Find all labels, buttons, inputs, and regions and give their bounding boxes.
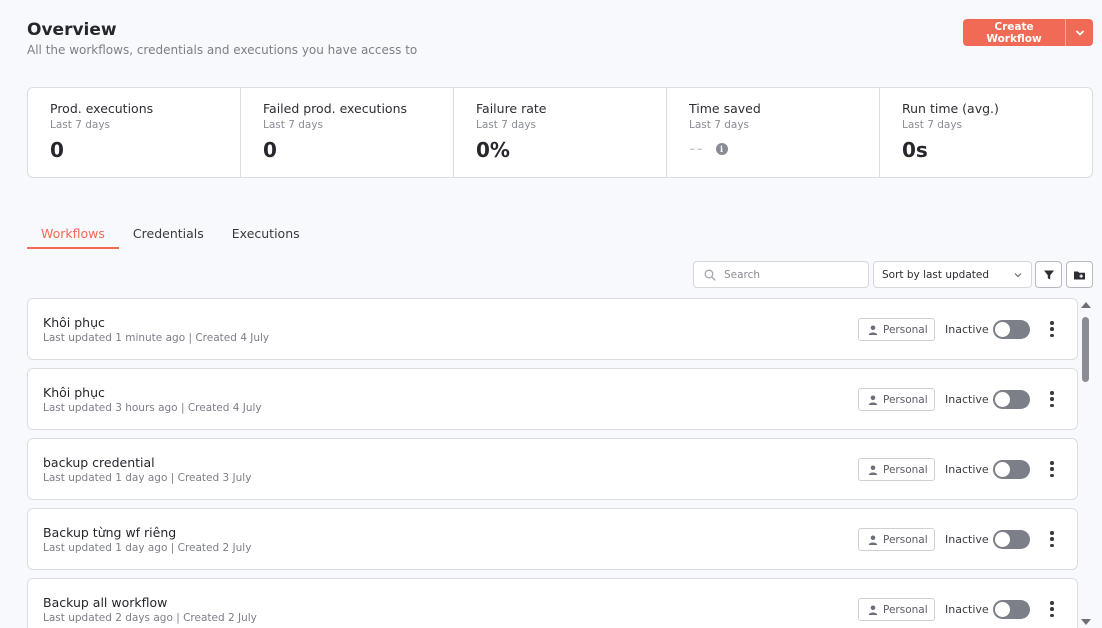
workflow-name[interactable]: Backup all workflow [43, 595, 167, 610]
scroll-thumb[interactable] [1082, 317, 1089, 382]
workflow-card[interactable]: Khôi phục Last updated 1 minute ago | Cr… [27, 298, 1078, 360]
filter-button[interactable] [1035, 261, 1062, 288]
stat-label: Prod. executions [50, 101, 154, 116]
scroll-down-arrow[interactable] [1081, 619, 1091, 625]
owner-badge: Personal [858, 598, 935, 621]
user-icon [868, 605, 878, 615]
stat-label: Failure rate [476, 101, 547, 116]
user-icon [868, 395, 878, 405]
stat-time-saved[interactable]: Time saved Last 7 days -- i [667, 88, 880, 177]
active-toggle[interactable] [993, 460, 1030, 479]
owner-label: Personal [883, 323, 928, 336]
workflow-meta: Last updated 1 day ago | Created 3 July [43, 472, 252, 484]
status-label: Inactive [945, 323, 989, 336]
filter-icon [1043, 270, 1054, 279]
search-icon [704, 269, 716, 281]
status-label: Inactive [945, 603, 989, 616]
info-icon[interactable]: i [716, 142, 728, 155]
workflow-meta: Last updated 1 day ago | Created 2 July [43, 542, 252, 554]
workflow-name[interactable]: Khôi phục [43, 315, 105, 330]
overview-tabs: Workflows Credentials Executions [27, 224, 314, 249]
folder-plus-icon [1074, 271, 1085, 279]
workflow-card[interactable]: Backup từng wf riêng Last updated 1 day … [27, 508, 1078, 570]
toggle-knob [995, 462, 1010, 477]
stat-label: Failed prod. executions [263, 101, 408, 116]
owner-badge: Personal [858, 528, 935, 551]
stat-value: 0% [476, 138, 510, 162]
toggle-knob [995, 392, 1010, 407]
sort-select[interactable]: Sort by last updated [873, 261, 1032, 288]
create-workflow-group: Create Workflow [963, 19, 1093, 46]
workflow-meta: Last updated 3 hours ago | Created 4 Jul… [43, 402, 262, 414]
chevron-down-icon [1014, 272, 1022, 277]
status-label: Inactive [945, 533, 989, 546]
more-options-icon[interactable] [1048, 391, 1056, 407]
owner-badge: Personal [858, 318, 935, 341]
stat-label: Run time (avg.) [902, 101, 999, 116]
user-icon [868, 325, 878, 335]
scrollbar[interactable] [1080, 298, 1092, 628]
sort-value: Sort by last updated [882, 268, 990, 281]
stat-prod-executions[interactable]: Prod. executions Last 7 days 0 [28, 88, 241, 177]
workflow-meta: Last updated 2 days ago | Created 2 July [43, 612, 257, 624]
stat-value: 0 [50, 138, 64, 162]
scroll-up-arrow[interactable] [1081, 302, 1091, 308]
new-folder-button[interactable] [1066, 261, 1093, 288]
insights-summary: Prod. executions Last 7 days 0 Failed pr… [27, 87, 1093, 178]
stat-period: Last 7 days [902, 119, 963, 131]
page-subtitle: All the workflows, credentials and execu… [27, 43, 418, 57]
stat-period: Last 7 days [689, 119, 750, 131]
create-workflow-dropdown[interactable] [1065, 19, 1093, 46]
more-options-icon[interactable] [1048, 531, 1056, 547]
user-icon [868, 465, 878, 475]
stat-value: 0 [263, 138, 277, 162]
active-toggle[interactable] [993, 390, 1030, 409]
owner-badge: Personal [858, 458, 935, 481]
workflow-list: Khôi phục Last updated 1 minute ago | Cr… [27, 298, 1078, 628]
stat-value: -- [689, 138, 704, 159]
workflow-card[interactable]: Backup all workflow Last updated 2 days … [27, 578, 1078, 628]
active-toggle[interactable] [993, 530, 1030, 549]
owner-label: Personal [883, 393, 928, 406]
toggle-knob [995, 322, 1010, 337]
stat-period: Last 7 days [476, 119, 537, 131]
workflow-name[interactable]: Backup từng wf riêng [43, 525, 176, 540]
page-title: Overview [27, 20, 117, 40]
stat-label: Time saved [689, 101, 761, 116]
workflow-name[interactable]: Khôi phục [43, 385, 105, 400]
stat-failure-rate[interactable]: Failure rate Last 7 days 0% [454, 88, 667, 177]
tab-executions[interactable]: Executions [218, 224, 314, 249]
tab-workflows[interactable]: Workflows [27, 224, 119, 249]
stat-period: Last 7 days [263, 119, 324, 131]
owner-badge: Personal [858, 388, 935, 411]
status-label: Inactive [945, 393, 989, 406]
stat-period: Last 7 days [50, 119, 111, 131]
tab-credentials[interactable]: Credentials [119, 224, 218, 249]
chevron-down-icon [1075, 30, 1084, 36]
create-workflow-button[interactable]: Create Workflow [963, 19, 1065, 46]
more-options-icon[interactable] [1048, 601, 1056, 617]
search-box [693, 261, 869, 288]
workflow-name[interactable]: backup credential [43, 455, 155, 470]
stat-failed-executions[interactable]: Failed prod. executions Last 7 days 0 [241, 88, 454, 177]
workflow-meta: Last updated 1 minute ago | Created 4 Ju… [43, 332, 270, 344]
stat-value: 0s [902, 138, 928, 162]
stat-run-time[interactable]: Run time (avg.) Last 7 days 0s [880, 88, 1092, 177]
active-toggle[interactable] [993, 600, 1030, 619]
stat-value-row: -- i [689, 138, 879, 159]
toggle-knob [995, 602, 1010, 617]
owner-label: Personal [883, 463, 928, 476]
owner-label: Personal [883, 533, 928, 546]
more-options-icon[interactable] [1048, 321, 1056, 337]
more-options-icon[interactable] [1048, 461, 1056, 477]
owner-label: Personal [883, 603, 928, 616]
search-input[interactable] [724, 268, 864, 281]
status-label: Inactive [945, 463, 989, 476]
toggle-knob [995, 532, 1010, 547]
active-toggle[interactable] [993, 320, 1030, 339]
workflow-card[interactable]: backup credential Last updated 1 day ago… [27, 438, 1078, 500]
page-header: Overview All the workflows, credentials … [27, 20, 417, 57]
user-icon [868, 535, 878, 545]
workflow-card[interactable]: Khôi phục Last updated 3 hours ago | Cre… [27, 368, 1078, 430]
